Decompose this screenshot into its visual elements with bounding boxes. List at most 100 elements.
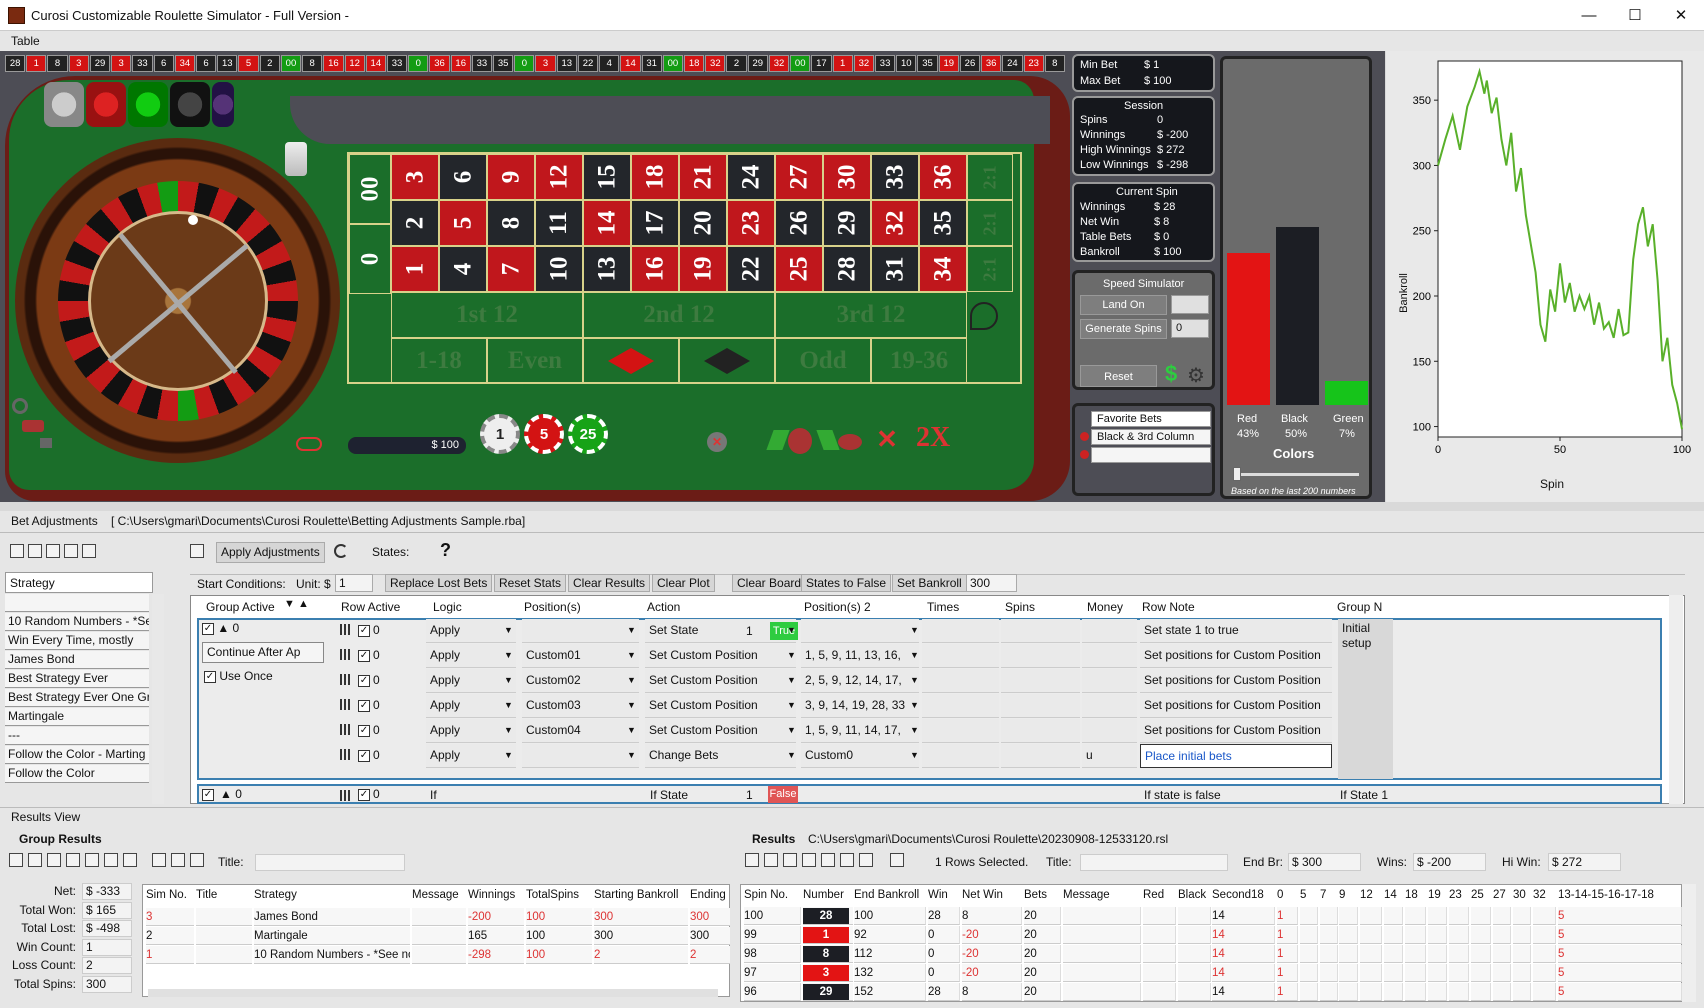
row-note-input[interactable]: Set positions for Custom Position (1140, 694, 1332, 718)
results-number-cell[interactable]: 3 (803, 964, 853, 982)
even-money-bet[interactable]: Even (487, 338, 583, 384)
number-cell[interactable]: 5 (439, 200, 487, 246)
results-grid-cell[interactable] (1178, 964, 1211, 982)
start-condition-button[interactable]: Clear Plot (652, 574, 715, 592)
grid-column-header[interactable]: Action (647, 600, 680, 614)
results-grid-cell[interactable] (1428, 945, 1447, 963)
results-tool-icon[interactable] (764, 853, 778, 867)
results-grid-header[interactable]: Number (803, 889, 853, 901)
results-number-cell[interactable]: 28 (803, 907, 853, 925)
sort-arrows-icon[interactable]: ▼ ▲ (284, 598, 309, 610)
results-grid-cell[interactable] (1405, 964, 1426, 982)
row-active-checkbox[interactable]: ✓ 0 (358, 673, 380, 687)
save-as-icon[interactable] (46, 544, 60, 558)
grid-scrollbar[interactable] (1669, 595, 1683, 804)
number-cell[interactable]: 10 (535, 246, 583, 292)
positions2-dropdown[interactable]: 3, 9, 14, 19, 28, 33 (801, 694, 919, 718)
results-grid-cell[interactable]: 14 (1212, 907, 1275, 925)
range-slider-thumb[interactable] (1233, 467, 1241, 481)
results-grid-cell[interactable] (1300, 945, 1318, 963)
dropdown-arrow-icon[interactable]: ▼ (627, 650, 636, 660)
results-grid-cell[interactable] (1300, 964, 1318, 982)
logic-dropdown[interactable]: Apply (426, 694, 516, 718)
number-cell[interactable]: 14 (583, 200, 631, 246)
results-grid-cell[interactable] (1405, 983, 1426, 1001)
dropdown-arrow-icon[interactable]: ▼ (504, 675, 513, 685)
reset-button[interactable]: Reset (1080, 365, 1157, 387)
group-title-input[interactable] (255, 854, 405, 871)
results-grid-cell[interactable]: 20 (1024, 926, 1061, 944)
dropdown-arrow-icon[interactable]: ▼ (787, 625, 796, 635)
drag-handle-icon[interactable] (340, 649, 351, 660)
number-cell[interactable]: 9 (487, 154, 535, 200)
strategy-item[interactable]: Follow the Color (5, 765, 149, 783)
results-number-cell[interactable]: 1 (803, 926, 853, 944)
results-grid-cell[interactable]: 20 (1024, 907, 1061, 925)
spins-input[interactable] (1001, 694, 1080, 718)
logic-dropdown[interactable]: Apply (426, 669, 516, 693)
group-active[interactable]: ✓ ▲ 0 (202, 621, 239, 635)
dropdown-arrow-icon[interactable]: ▼ (910, 675, 919, 685)
positions2-dropdown[interactable]: 1, 5, 9, 11, 13, 16, (801, 644, 919, 668)
logic-dropdown[interactable]: Apply (426, 719, 516, 743)
results-grid-cell[interactable] (1178, 907, 1211, 925)
drag-handle-icon[interactable] (340, 749, 351, 760)
results-grid-header[interactable]: 0 (1277, 889, 1298, 901)
results-tool-icon[interactable] (859, 853, 873, 867)
spins-input[interactable] (1001, 619, 1080, 643)
results-grid-cell[interactable] (1384, 964, 1403, 982)
results-grid-cell[interactable] (1143, 945, 1176, 963)
dropdown-arrow-icon[interactable]: ▼ (787, 700, 796, 710)
results-grid-cell[interactable]: 14 (1212, 926, 1275, 944)
dropdown-arrow-icon[interactable]: ▼ (787, 750, 796, 760)
results-grid-cell[interactable] (1339, 907, 1358, 925)
results-grid-header[interactable]: 30 (1513, 889, 1531, 901)
results-grid-cell[interactable] (1384, 983, 1403, 1001)
results-grid-cell[interactable] (1360, 945, 1382, 963)
row-note-input[interactable]: Set positions for Custom Position (1140, 644, 1332, 668)
number-cell[interactable]: 15 (583, 154, 631, 200)
number-cell[interactable]: 2 (391, 200, 439, 246)
group-grid-cell[interactable]: 100 (526, 927, 592, 945)
results-grid-cell[interactable] (1143, 983, 1176, 1001)
results-grid-cell[interactable] (1493, 926, 1511, 944)
results-grid-cell[interactable] (1513, 926, 1531, 944)
results-grid-cell[interactable]: 1 (1277, 926, 1298, 944)
even-money-bet[interactable]: 19-36 (871, 338, 967, 384)
grid-column-header[interactable]: Group Active (206, 600, 275, 614)
group-tool-icon[interactable] (85, 853, 99, 867)
results-grid-cell[interactable] (1513, 945, 1531, 963)
dropdown-arrow-icon[interactable]: ▼ (910, 700, 919, 710)
positions2-dropdown[interactable]: 1, 5, 9, 11, 14, 17, (801, 719, 919, 743)
results-grid-cell[interactable] (1320, 907, 1338, 925)
number-cell[interactable]: 17 (631, 200, 679, 246)
logic-dropdown[interactable]: Apply (426, 744, 516, 768)
times-input[interactable] (922, 694, 999, 718)
strategy-item[interactable]: 10 Random Numbers - *Se (5, 613, 149, 631)
clear-bets-icon[interactable]: ✕ (707, 432, 727, 452)
positions2-dropdown[interactable] (801, 619, 919, 643)
results-grid-header[interactable]: 32 (1533, 889, 1556, 901)
sound-icon[interactable] (40, 438, 52, 448)
strategy-item[interactable]: James Bond (5, 651, 149, 669)
results-grid-cell[interactable] (1533, 983, 1556, 1001)
results-grid-cell[interactable] (1320, 926, 1338, 944)
group-tool-icon[interactable] (28, 853, 42, 867)
group-grid-cell[interactable]: 10 Random Numbers - *See notes (254, 946, 410, 964)
results-grid-cell[interactable]: 92 (854, 926, 926, 944)
results-grid-cell[interactable] (1471, 907, 1491, 925)
strategy-item[interactable]: Martingale (5, 708, 149, 726)
results-grid-cell[interactable] (1449, 983, 1469, 1001)
grid-column-header[interactable]: Times (927, 600, 959, 614)
group2-group-note[interactable]: If State 1 (1340, 788, 1388, 802)
group-tool-icon[interactable] (104, 853, 118, 867)
strategy-item[interactable] (5, 594, 149, 612)
logic-dropdown[interactable]: Apply (426, 644, 516, 668)
results-grid-cell[interactable]: 5 (1558, 964, 1682, 982)
results-grid-cell[interactable]: 0 (928, 964, 960, 982)
results-grid-cell[interactable]: 112 (854, 945, 926, 963)
dozen-bet[interactable]: 1st 12 (391, 292, 583, 338)
positions-dropdown[interactable]: Custom03 (522, 694, 639, 718)
money-input[interactable] (1082, 644, 1137, 668)
positions2-dropdown[interactable]: 2, 5, 9, 12, 14, 17, (801, 669, 919, 693)
